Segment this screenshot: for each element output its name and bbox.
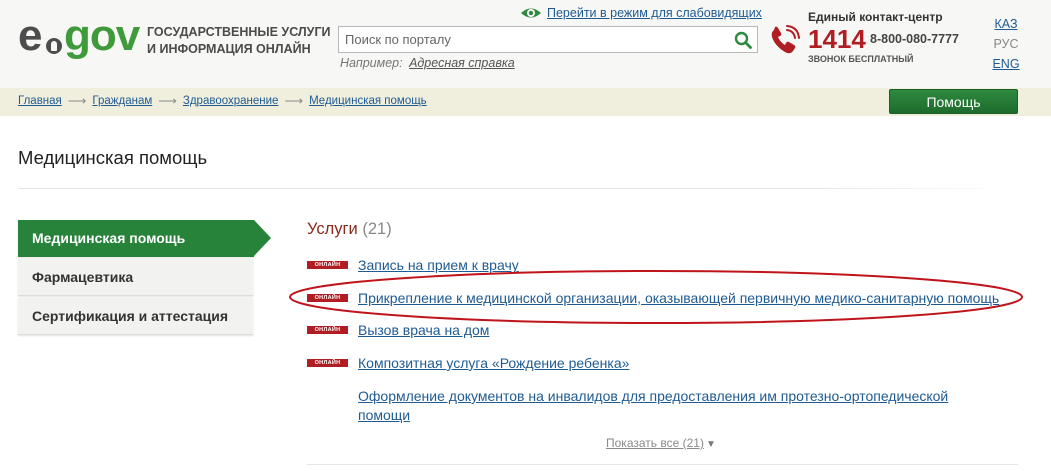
breadcrumb-healthcare[interactable]: Здравоохранение xyxy=(183,95,279,107)
low-vision-toggle[interactable]: Перейти в режим для слабовидящих xyxy=(520,4,762,22)
service-link-wrap: Оформление документов на инвалидов для п… xyxy=(358,387,958,425)
contact-center-title: Единый контакт-центр xyxy=(808,10,943,24)
breadcrumb: Главная ⟶ Гражданам ⟶ Здравоохранение ⟶ … xyxy=(18,93,427,108)
title-divider xyxy=(18,188,1018,189)
logo-e: e xyxy=(18,11,43,60)
services-title: Услуги xyxy=(307,220,358,238)
lang-eng[interactable]: ENG xyxy=(985,54,1027,74)
sidebar: Медицинская помощь Фармацевтика Сертифик… xyxy=(18,220,288,337)
site-header: e gov Государственные услуги и информаци… xyxy=(0,0,1051,88)
breadcrumb-medical-help[interactable]: Медицинская помощь xyxy=(309,95,427,107)
lang-rus: РУС xyxy=(993,37,1019,51)
sidebar-item-medical-help[interactable]: Медицинская помощь xyxy=(18,220,271,257)
contact-phone-number: 8-800-080-7777 xyxy=(870,32,959,46)
help-button[interactable]: Помощь xyxy=(889,89,1018,114)
search-example-link[interactable]: Адресная справка xyxy=(409,56,515,70)
service-link[interactable]: Запись на прием к врачу xyxy=(358,256,519,274)
lang-kaz[interactable]: КАЗ xyxy=(985,14,1027,34)
breadcrumb-home[interactable]: Главная xyxy=(18,95,62,107)
search-box xyxy=(338,26,758,53)
chevron-down-icon: ▼ xyxy=(705,439,716,450)
language-switcher: КАЗ РУС ENG xyxy=(985,14,1027,74)
breadcrumb-arrow-icon: ⟶ xyxy=(158,93,177,108)
contact-free-note: звонок бесплатный xyxy=(808,54,914,64)
logo-keyhole-icon xyxy=(46,38,62,54)
phone-icon xyxy=(771,25,800,54)
show-all[interactable]: Показать все (21) ▼ xyxy=(606,436,716,450)
egov-logo[interactable]: e gov xyxy=(18,14,140,64)
breadcrumb-citizens[interactable]: Гражданам xyxy=(92,95,152,107)
site-tagline: Государственные услуги и информация онла… xyxy=(147,25,331,56)
sidebar-item-certification[interactable]: Сертификация и аттестация xyxy=(18,298,253,335)
service-link[interactable]: Композитная услуга «Рождение ребенка» xyxy=(358,354,629,372)
service-link[interactable]: Оформление документов на инвалидов для п… xyxy=(358,388,948,423)
bottom-divider xyxy=(307,464,1018,465)
service-item: ОНЛАЙН Композитная услуга «Рождение ребе… xyxy=(307,354,629,372)
online-badge: ОНЛАЙН xyxy=(307,261,348,269)
service-item: ОНЛАЙН Прикрепление к медицинской органи… xyxy=(307,289,999,307)
search-example: Например: Адресная справка xyxy=(340,56,515,70)
online-badge: ОНЛАЙН xyxy=(307,294,348,302)
services-count: (21) xyxy=(362,220,392,238)
sidebar-item-pharmaceutics[interactable]: Фармацевтика xyxy=(18,259,253,296)
search-input[interactable] xyxy=(339,27,729,52)
search-example-label: Например: xyxy=(340,56,403,70)
eye-icon xyxy=(521,8,541,18)
logo-gov: gov xyxy=(64,11,140,60)
show-all-link[interactable]: Показать все (21) xyxy=(606,436,704,450)
low-vision-link[interactable]: Перейти в режим для слабовидящих xyxy=(547,6,762,20)
service-item: ОНЛАЙН Вызов врача на дом xyxy=(307,321,489,339)
online-badge: ОНЛАЙН xyxy=(307,359,348,367)
services-heading: Услуги (21) xyxy=(307,220,392,239)
breadcrumb-arrow-icon: ⟶ xyxy=(284,93,304,108)
service-item: Оформление документов на инвалидов для п… xyxy=(307,387,958,425)
service-item: ОНЛАЙН Запись на прием к врачу xyxy=(307,256,519,274)
page-title: Медицинская помощь xyxy=(18,147,208,168)
search-icon[interactable] xyxy=(734,31,752,49)
service-link[interactable]: Прикрепление к медицинской организации, … xyxy=(358,289,999,307)
service-link[interactable]: Вызов врача на дом xyxy=(358,321,489,339)
contact-short-number: 1414 xyxy=(808,24,866,54)
breadcrumb-arrow-icon: ⟶ xyxy=(67,93,87,108)
online-badge: ОНЛАЙН xyxy=(307,326,348,334)
